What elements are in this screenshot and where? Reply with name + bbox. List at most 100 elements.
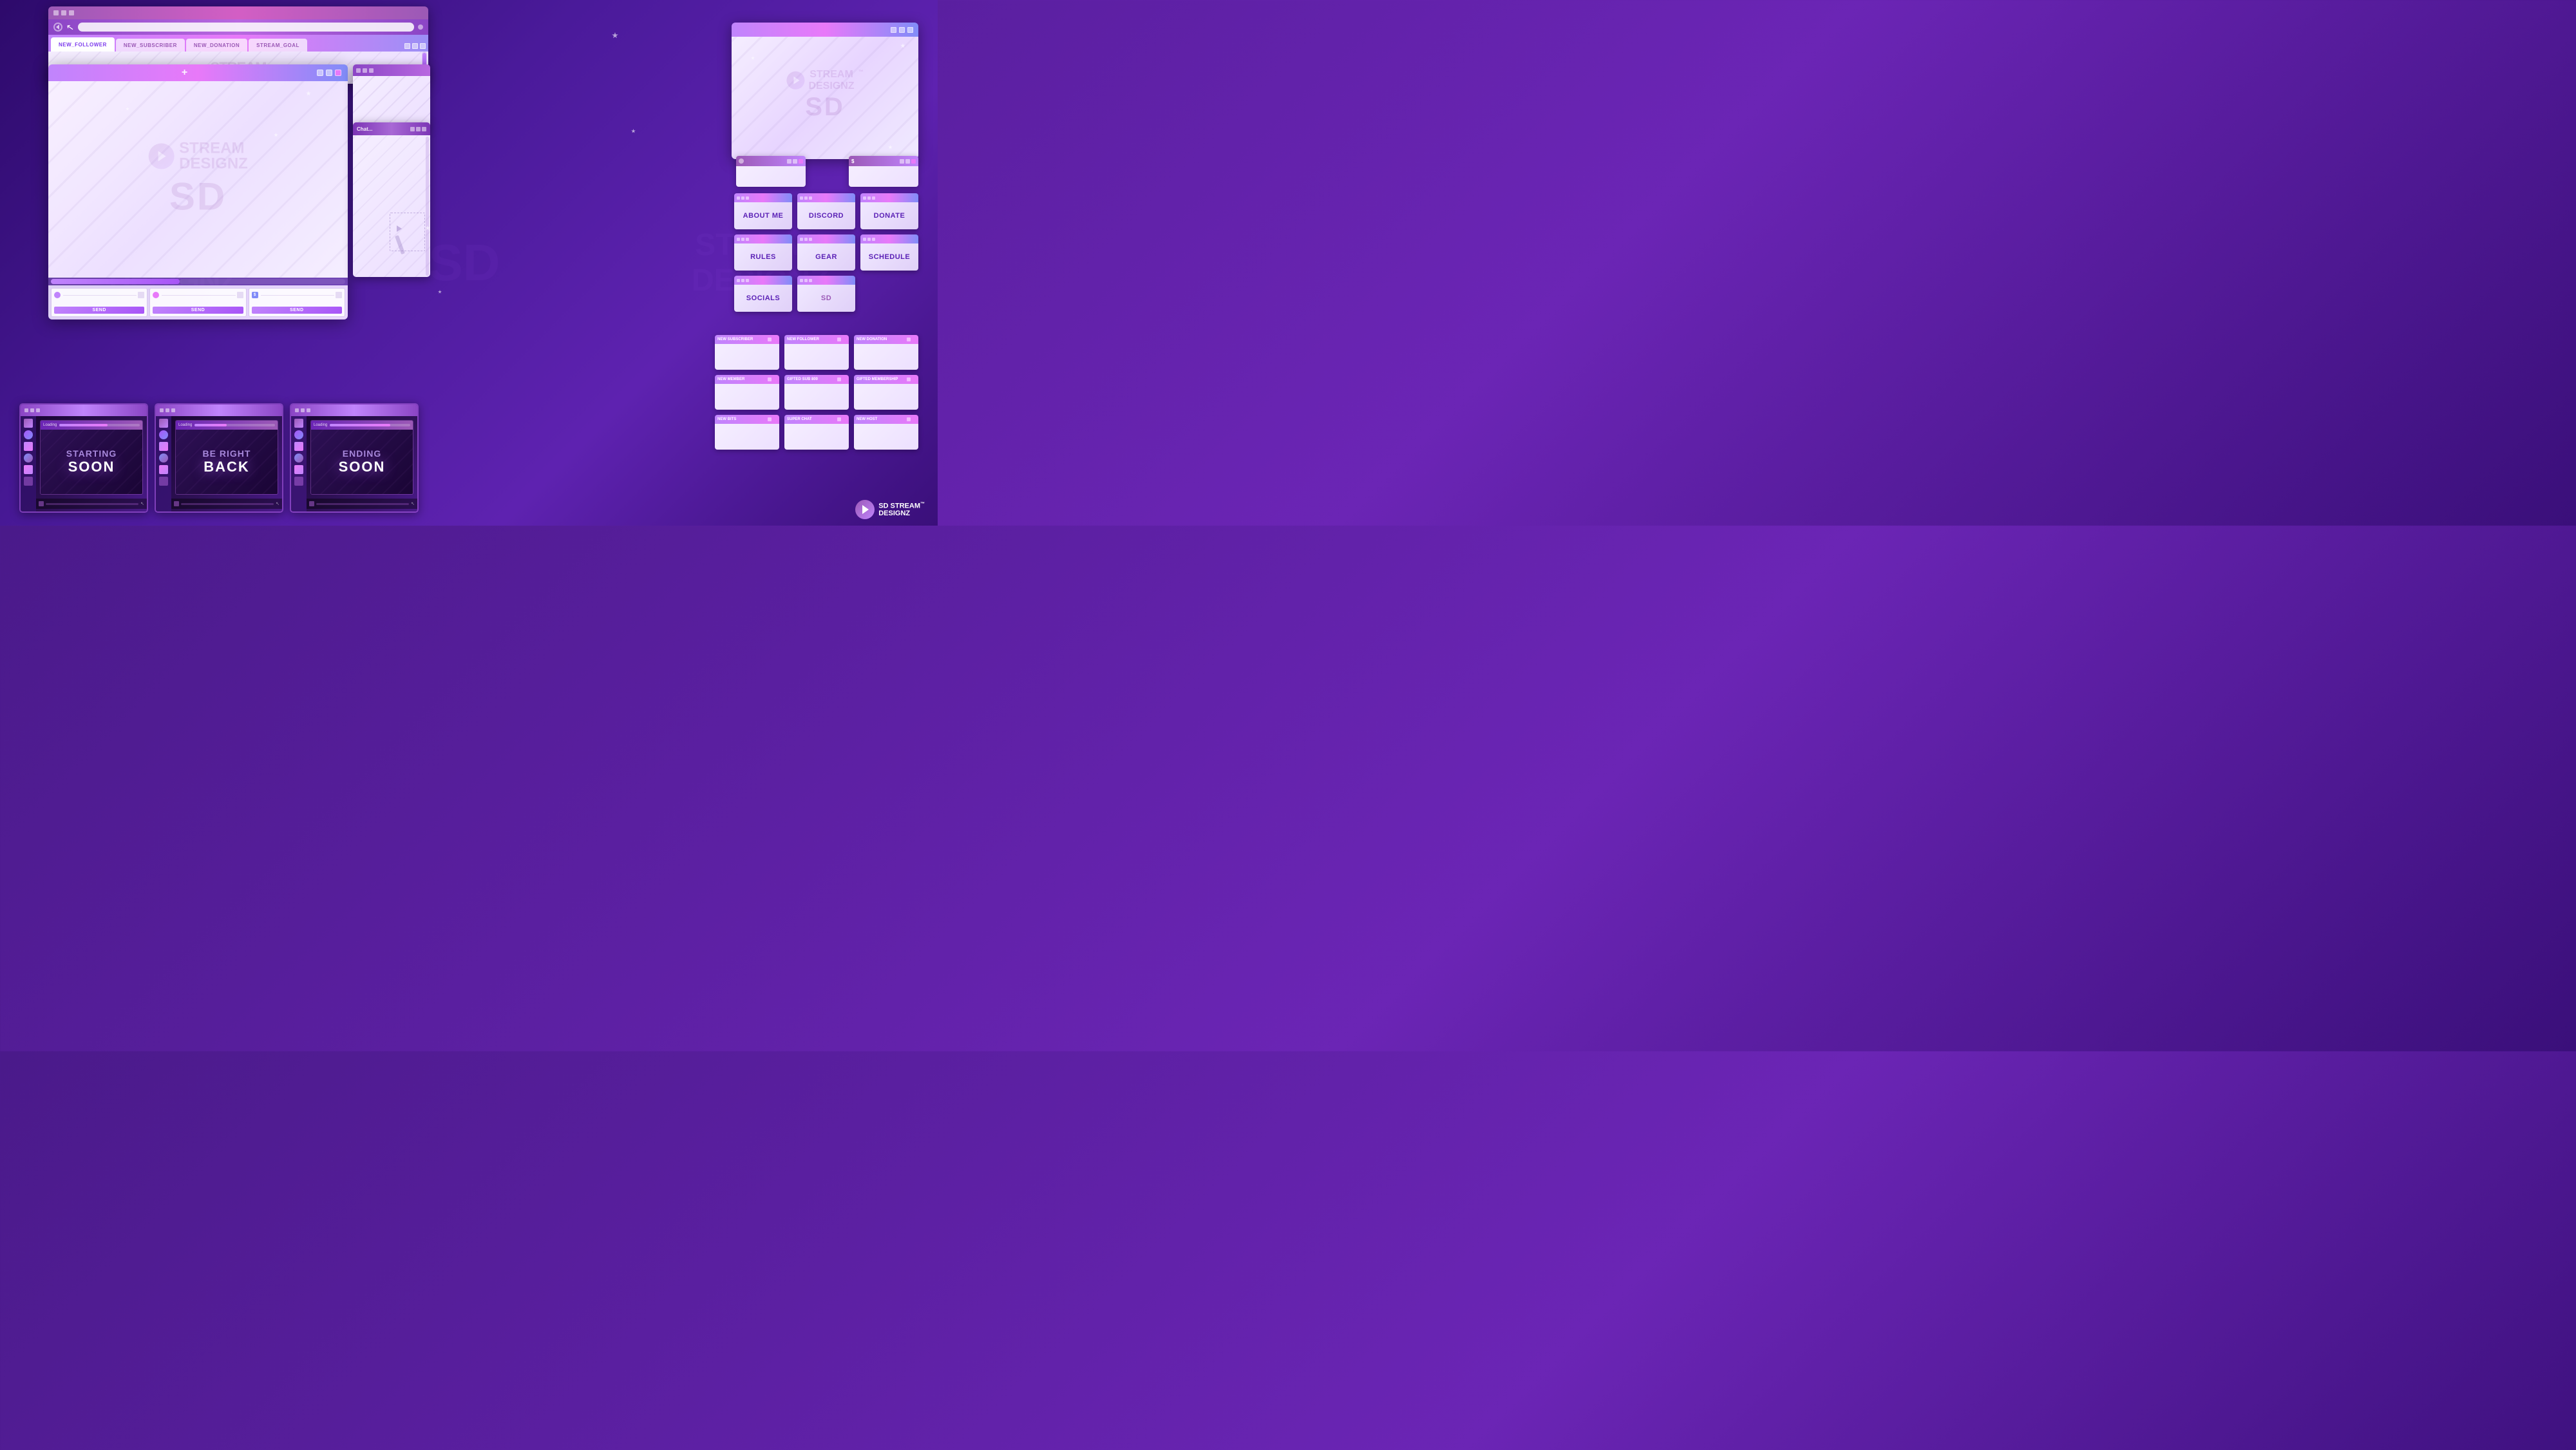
discord-body: DISCORD: [797, 202, 855, 229]
alert-gifted-membership: GIFTED MEMBERSHIP: [854, 375, 918, 410]
rsmall-min[interactable]: [356, 68, 361, 73]
nu-max[interactable]: [793, 159, 797, 164]
tab-new-donation[interactable]: NEW_DONATION: [186, 39, 247, 52]
chat-min[interactable]: [410, 127, 415, 131]
scroll-x-thumb[interactable]: [51, 279, 180, 284]
discord-label: DISCORD: [809, 212, 844, 220]
tab-new-subscriber[interactable]: NEW_SUBSCRIBER: [116, 39, 185, 52]
send-btn-3[interactable]: SEND: [252, 307, 342, 314]
win-dot-close[interactable]: [69, 10, 74, 15]
brb-sidebar: [156, 416, 171, 511]
ext-d2: [804, 279, 808, 282]
panel-btn-schedule[interactable]: ↙ SCHEDULE: [860, 234, 918, 271]
nu-min[interactable]: [787, 159, 791, 164]
input-panel-1: SEND: [51, 288, 147, 317]
starting-overlay-text: STARTING SOON: [66, 448, 117, 475]
end-sb-6: [294, 477, 303, 486]
schedule-label: SCHEDULE: [869, 253, 911, 261]
chat-close[interactable]: [422, 127, 426, 131]
tab-new-follower[interactable]: NEW_FOLLOWER: [51, 37, 115, 52]
overlay-starting-soon: Loading STARTING SOON: [19, 403, 148, 513]
adn-close: [912, 338, 916, 341]
input-3-x[interactable]: [336, 292, 342, 298]
nd-close[interactable]: [911, 159, 916, 164]
win-dot-max[interactable]: [61, 10, 66, 15]
input-1-x[interactable]: [138, 292, 144, 298]
sidebar-icon-2: [24, 430, 33, 439]
rsmall-close[interactable]: [369, 68, 374, 73]
back-btn[interactable]: [53, 23, 62, 32]
rsmall-max[interactable]: [363, 68, 367, 73]
search-icon[interactable]: [418, 24, 423, 30]
end-sb-2: [294, 430, 303, 439]
main-window: + STREAMDESIGNZ SD: [48, 64, 348, 320]
panel-btn-discord[interactable]: ↙ DISCORD: [797, 193, 855, 229]
browser-min-btn[interactable]: [404, 43, 410, 49]
ab-d2: [741, 196, 744, 200]
user-icon: [739, 158, 744, 164]
main-min-btn[interactable]: [317, 70, 323, 76]
nu-close[interactable]: [799, 159, 803, 164]
panel-btn-gear[interactable]: ↙ GEAR: [797, 234, 855, 271]
main-content: STREAMDESIGNZ SD: [48, 81, 348, 278]
lr-max[interactable]: [899, 27, 905, 33]
lr-min[interactable]: [891, 27, 896, 33]
brb-text-area: BE RIGHT BACK: [176, 430, 278, 494]
starting-bottom: ↖: [36, 499, 147, 509]
nd-min[interactable]: [900, 159, 904, 164]
panel-btn-rules[interactable]: ↙ RULES: [734, 234, 792, 271]
heart-icon-2: [153, 292, 159, 298]
dis-d3: [809, 196, 812, 200]
alert-new-bits: NEW BITS: [715, 415, 779, 450]
scroll-x-track: [180, 279, 345, 284]
send-btn-2[interactable]: SEND: [153, 307, 243, 314]
main-max-btn[interactable]: [326, 70, 332, 76]
as-body: [715, 344, 779, 370]
alert-gifted-mem-title: GIFTED MEMBERSHIP: [857, 377, 898, 381]
input-1-field[interactable]: [63, 295, 137, 296]
brb-overlay-text: BE RIGHT BACK: [203, 448, 251, 475]
chat-scrollbar: [426, 137, 429, 276]
ger-d2: [804, 238, 808, 241]
input-3-field[interactable]: [261, 295, 334, 296]
send-btn-1[interactable]: SEND: [54, 307, 144, 314]
am-min: [768, 377, 772, 381]
starting-inner-bar: Loading: [41, 421, 142, 430]
agm-min: [907, 377, 911, 381]
input-2-x[interactable]: [237, 292, 243, 298]
nd-max[interactable]: [905, 159, 910, 164]
panel-btn-about-me[interactable]: ↙ ABOUT ME: [734, 193, 792, 229]
panel-btn-socials[interactable]: ↙ SOCIALS: [734, 276, 792, 312]
sch-d2: [867, 238, 871, 241]
brb-titlebar: [156, 405, 282, 416]
alert-new-donation: NEW DONATION: [854, 335, 918, 370]
tab-stream-goal[interactable]: STREAM_GOAL: [249, 39, 307, 52]
sd-brand: SD STREAM™ DESIGNZ: [855, 500, 925, 519]
anh-close: [912, 417, 916, 421]
ending-overlay-text: ENDING SOON: [339, 448, 386, 475]
dollar-icon: $: [252, 292, 258, 298]
sidebar-icon-6: [24, 477, 33, 486]
browser-close-btn[interactable]: [420, 43, 426, 49]
win-dot-min[interactable]: [53, 10, 59, 15]
starting-content: Loading STARTING SOON: [36, 416, 147, 511]
chat-max[interactable]: [416, 127, 421, 131]
brb-sb-3: [159, 442, 168, 451]
main-close-btn[interactable]: [335, 70, 341, 76]
lr-close[interactable]: [907, 27, 913, 33]
brb-bb-1: [174, 501, 179, 506]
panel-btn-extra[interactable]: ↙ SD: [797, 276, 855, 312]
panel-btn-donate[interactable]: ↙ DONATE: [860, 193, 918, 229]
rul-d3: [746, 238, 749, 241]
brb-d3: [171, 408, 175, 412]
ending-bottom: ↖: [307, 499, 417, 509]
large-right-titlebar: [732, 23, 918, 37]
address-bar[interactable]: [78, 23, 414, 32]
brb-inner: Loading BE RIGHT BACK: [175, 420, 278, 495]
alert-gifted-sub: GIFTED SUB 800: [784, 375, 849, 410]
browser-max-btn[interactable]: [412, 43, 418, 49]
chat-window: Chat...: [353, 122, 430, 277]
alert-superchat-title: SUPER CHAT: [787, 417, 812, 421]
alert-donation-title: NEW DONATION: [857, 338, 887, 341]
input-2-field[interactable]: [162, 295, 235, 296]
